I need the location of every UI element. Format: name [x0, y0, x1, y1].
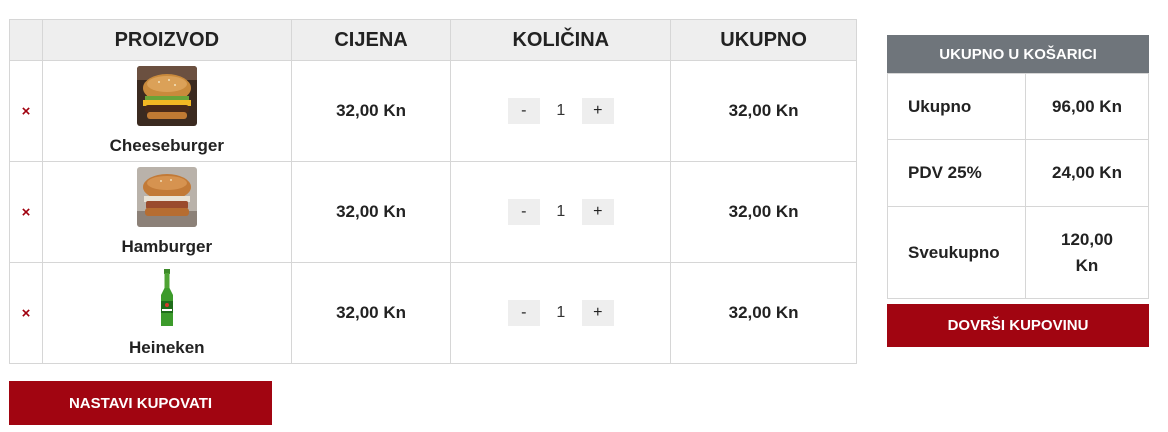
- beer-bottle-image[interactable]: [136, 268, 197, 328]
- decrease-quantity-button[interactable]: -: [507, 199, 540, 225]
- header-remove: [9, 19, 43, 61]
- cheeseburger-image[interactable]: [136, 66, 197, 126]
- line-total-cell: 32,00 Kn: [670, 60, 857, 162]
- vat-value: 24,00 Kn: [1025, 139, 1149, 207]
- remove-item-icon[interactable]: ×: [22, 103, 31, 120]
- increase-quantity-button[interactable]: +: [581, 300, 614, 326]
- grand-total-label: Sveukupno: [887, 206, 1026, 299]
- vat-label: PDV 25%: [887, 139, 1026, 207]
- subtotal-label: Ukupno: [887, 73, 1026, 140]
- price-cell: 32,00 Kn: [290, 262, 452, 364]
- product-cell: Heineken: [41, 262, 292, 364]
- quantity-value[interactable]: 1: [540, 203, 582, 221]
- quantity-stepper: - 1 +: [507, 300, 614, 326]
- quantity-value[interactable]: 1: [540, 102, 582, 120]
- hamburger-image[interactable]: [136, 167, 197, 227]
- grand-total-value: 120,00 Kn: [1025, 206, 1149, 299]
- quantity-cell: - 1 +: [450, 262, 672, 364]
- header-quantity: KOLIČINA: [450, 19, 672, 61]
- remove-item-icon[interactable]: ×: [22, 305, 31, 322]
- product-cell: Cheeseburger: [41, 60, 292, 162]
- totals-row-grand: Sveukupno 120,00 Kn: [887, 206, 1149, 299]
- subtotal-value: 96,00 Kn: [1025, 73, 1149, 140]
- product-name[interactable]: Heineken: [129, 338, 205, 358]
- header-total: UKUPNO: [670, 19, 857, 61]
- decrease-quantity-button[interactable]: -: [507, 300, 540, 326]
- header-price: CIJENA: [290, 19, 452, 61]
- line-total-cell: 32,00 Kn: [670, 161, 857, 263]
- cart-totals-title: UKUPNO U KOŠARICI: [887, 35, 1149, 73]
- table-row: ×: [9, 60, 857, 162]
- cart-table: PROIZVOD CIJENA KOLIČINA UKUPNO × Cheese…: [9, 19, 857, 364]
- quantity-value[interactable]: 1: [540, 304, 582, 322]
- product-name[interactable]: Hamburger: [121, 237, 212, 257]
- remove-item-icon[interactable]: ×: [22, 204, 31, 221]
- decrease-quantity-button[interactable]: -: [507, 98, 540, 124]
- line-total-cell: 32,00 Kn: [670, 262, 857, 364]
- cart-totals-table: Ukupno 96,00 Kn PDV 25% 24,00 Kn Sveukup…: [887, 73, 1149, 299]
- totals-row-subtotal: Ukupno 96,00 Kn: [887, 73, 1149, 140]
- table-row: × Heineken 32,00 Kn - 1 + 32,00 Kn: [9, 262, 857, 364]
- header-product: PROIZVOD: [41, 19, 292, 61]
- product-cell: Hamburger: [41, 161, 292, 263]
- increase-quantity-button[interactable]: +: [581, 199, 614, 225]
- product-name[interactable]: Cheeseburger: [110, 136, 224, 156]
- quantity-cell: - 1 +: [450, 161, 672, 263]
- price-cell: 32,00 Kn: [290, 161, 452, 263]
- continue-shopping-button[interactable]: NASTAVI KUPOVATI: [9, 381, 272, 425]
- quantity-stepper: - 1 +: [507, 98, 614, 124]
- quantity-stepper: - 1 +: [507, 199, 614, 225]
- quantity-cell: - 1 +: [450, 60, 672, 162]
- checkout-button[interactable]: DOVRŠI KUPOVINU: [887, 304, 1149, 347]
- totals-row-vat: PDV 25% 24,00 Kn: [887, 139, 1149, 207]
- remove-cell: ×: [9, 262, 43, 364]
- price-cell: 32,00 Kn: [290, 60, 452, 162]
- cart-header-row: PROIZVOD CIJENA KOLIČINA UKUPNO: [9, 19, 857, 61]
- increase-quantity-button[interactable]: +: [581, 98, 614, 124]
- remove-cell: ×: [9, 60, 43, 162]
- table-row: ×: [9, 161, 857, 263]
- remove-cell: ×: [9, 161, 43, 263]
